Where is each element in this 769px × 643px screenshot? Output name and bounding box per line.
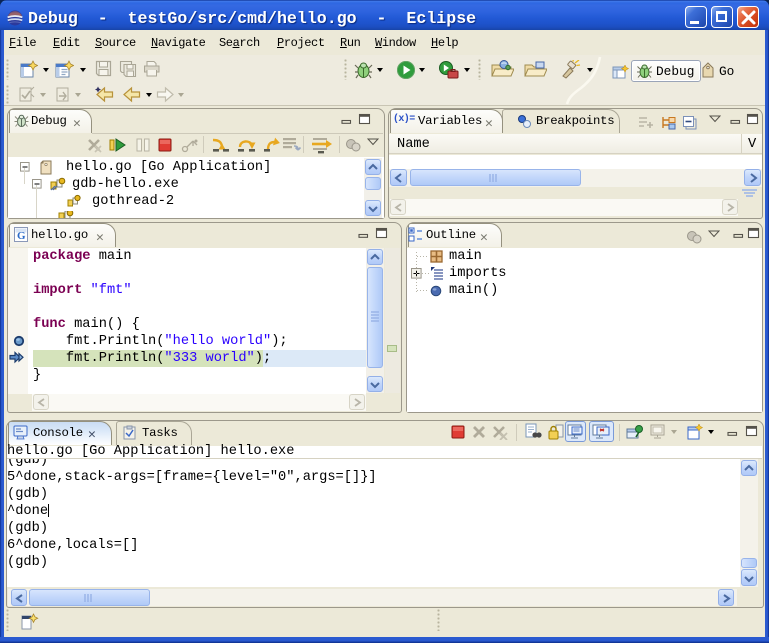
svg-text:G: G [17, 230, 26, 242]
